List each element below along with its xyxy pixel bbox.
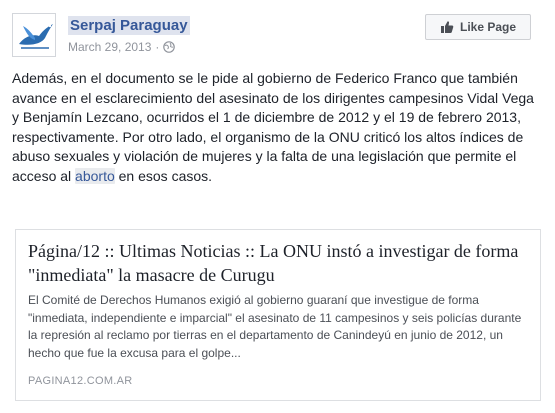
post-date[interactable]: March 29, 2013 bbox=[68, 39, 151, 55]
link-card-domain: PAGINA12.COM.AR bbox=[28, 375, 133, 387]
like-page-label: Like Page bbox=[459, 20, 517, 34]
avatar[interactable] bbox=[12, 13, 56, 57]
dove-logo-icon bbox=[13, 14, 55, 56]
link-card-title[interactable]: Página/12 :: Ultimas Noticias :: La ONU … bbox=[28, 239, 528, 287]
page-name-link[interactable]: Serpaj Paraguay bbox=[68, 16, 190, 35]
meta-separator: · bbox=[155, 40, 160, 54]
link-preview-card[interactable]: Página/12 :: Ultimas Noticias :: La ONU … bbox=[15, 229, 541, 401]
post-header: Serpaj Paraguay March 29, 2013 · Like Pa… bbox=[12, 13, 543, 59]
like-page-button[interactable]: Like Page bbox=[425, 14, 531, 40]
post-body: Además, en el documento se le pide al go… bbox=[12, 69, 540, 186]
globe-icon[interactable] bbox=[163, 41, 176, 53]
post-meta: March 29, 2013 · bbox=[68, 39, 176, 55]
post-body-text-end: en esos casos. bbox=[114, 167, 213, 184]
thumbs-up-icon bbox=[440, 21, 454, 33]
link-card-description: El Comité de Derechos Humanos exigió al … bbox=[28, 293, 522, 360]
aborto-link[interactable]: aborto bbox=[75, 167, 115, 184]
post-body-text: Además, en el documento se le pide al go… bbox=[12, 70, 534, 184]
